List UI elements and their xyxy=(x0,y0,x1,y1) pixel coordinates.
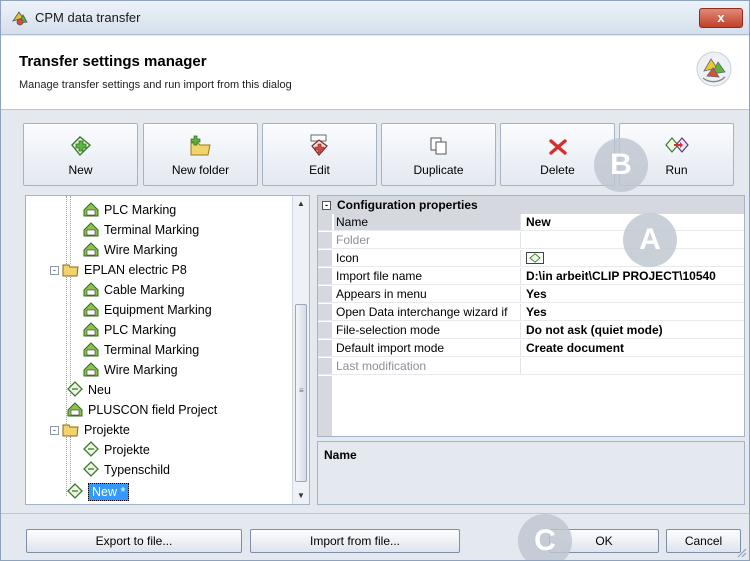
property-row-last-modification[interactable]: Last modification xyxy=(318,358,744,375)
tree-item[interactable]: Typenschild xyxy=(82,460,170,480)
close-button[interactable]: x xyxy=(699,8,743,28)
cpm-data-transfer-dialog: CPM data transfer x Transfer settings ma… xyxy=(0,0,750,561)
callout-badge-b: B xyxy=(594,138,648,192)
new-button-label: New xyxy=(68,163,93,177)
property-row-import-file[interactable]: Import file name D:\in arbeit\CLIP PROJE… xyxy=(318,268,744,285)
tree-connector xyxy=(66,196,67,496)
setting-icon xyxy=(83,441,99,457)
tree-item[interactable]: Terminal Marking xyxy=(82,340,199,360)
marking-icon xyxy=(83,302,99,317)
property-row-open-wizard[interactable]: Open Data interchange wizard if Yes xyxy=(318,304,744,321)
setting-icon xyxy=(67,381,83,397)
callout-badge-c: C xyxy=(518,514,572,560)
property-row-file-selection-mode[interactable]: File-selection mode Do not ask (quiet mo… xyxy=(318,322,744,339)
marking-icon xyxy=(83,282,99,297)
edit-button-label: Edit xyxy=(309,163,330,177)
property-description: Name xyxy=(317,441,745,505)
property-row-default-import-mode[interactable]: Default import mode Create document xyxy=(318,340,744,357)
property-row-name[interactable]: Name New xyxy=(318,214,744,231)
new-button[interactable]: New xyxy=(23,123,138,186)
scroll-down-arrow-icon[interactable]: ▼ xyxy=(293,488,309,504)
tree-item[interactable]: Neu xyxy=(66,380,111,400)
header-subtitle: Manage transfer settings and run import … xyxy=(19,79,292,91)
import-from-file-button[interactable]: Import from file... xyxy=(250,529,460,553)
tree-item[interactable]: Wire Marking xyxy=(82,360,178,380)
folder-icon xyxy=(62,264,79,277)
delete-icon xyxy=(548,139,567,155)
cancel-button[interactable]: Cancel xyxy=(666,529,741,553)
new-folder-button-label: New folder xyxy=(171,163,230,177)
duplicate-button-label: Duplicate xyxy=(413,163,464,177)
folder-icon xyxy=(62,424,79,437)
duplicate-button[interactable]: Duplicate xyxy=(381,123,496,186)
property-row-icon[interactable]: Icon xyxy=(318,250,744,267)
dialog-header: Transfer settings manager Manage transfe… xyxy=(1,36,749,110)
marking-icon xyxy=(83,362,99,377)
marking-icon xyxy=(83,222,99,237)
tree-folder[interactable]: - EPLAN electric P8 xyxy=(50,260,187,280)
setting-icon xyxy=(83,461,99,477)
new-folder-icon xyxy=(190,135,211,156)
tree-folder[interactable]: - Projekte xyxy=(50,420,130,440)
marking-icon xyxy=(83,202,99,217)
description-title: Name xyxy=(324,448,357,462)
setting-icon xyxy=(67,483,83,499)
tree-item-selected[interactable]: New * xyxy=(66,482,130,502)
collapse-icon[interactable]: - xyxy=(322,201,331,210)
property-row-appears-in-menu[interactable]: Appears in menu Yes xyxy=(318,286,744,303)
tree-connector xyxy=(70,268,71,396)
settings-tree[interactable]: PLC Marking Terminal Marking Wire Markin… xyxy=(25,195,310,505)
tree-item[interactable]: Projekte xyxy=(82,440,150,460)
export-to-file-button[interactable]: Export to file... xyxy=(26,529,242,553)
new-icon xyxy=(70,136,91,157)
property-section-header[interactable]: - Configuration properties xyxy=(318,196,744,214)
setting-preview-icon xyxy=(526,252,544,264)
tree-connector xyxy=(70,196,71,264)
marking-icon xyxy=(83,342,99,357)
collapse-toggle[interactable]: - xyxy=(50,426,59,435)
marking-icon xyxy=(83,322,99,337)
header-title: Transfer settings manager xyxy=(19,53,207,70)
grip-icon: ≡ xyxy=(299,386,304,395)
window-title: CPM data transfer xyxy=(35,10,141,25)
duplicate-icon xyxy=(430,137,446,155)
app-icon xyxy=(12,11,28,26)
tree-item[interactable]: PLC Marking xyxy=(82,200,176,220)
title-bar[interactable]: CPM data transfer x xyxy=(1,1,749,35)
tree-item[interactable]: Terminal Marking xyxy=(82,220,199,240)
marking-icon xyxy=(83,242,99,257)
new-folder-button[interactable]: New folder xyxy=(143,123,258,186)
close-icon: x xyxy=(717,10,725,25)
tree-item[interactable]: Wire Marking xyxy=(82,240,178,260)
tree-scrollbar[interactable]: ▲ ≡ ▼ xyxy=(292,196,309,504)
tree-item[interactable]: Cable Marking xyxy=(82,280,185,300)
tree-connector xyxy=(70,436,71,484)
transfer-logo-icon xyxy=(696,51,732,87)
property-grid[interactable]: - Configuration properties Name New Folde… xyxy=(317,195,745,437)
edit-button[interactable]: Edit xyxy=(262,123,377,186)
resize-grip-icon[interactable] xyxy=(735,546,747,558)
collapse-toggle[interactable]: - xyxy=(50,266,59,275)
scroll-thumb[interactable]: ≡ xyxy=(295,304,307,482)
tree-item[interactable]: Equipment Marking xyxy=(82,300,212,320)
edit-icon xyxy=(310,134,328,156)
scroll-up-arrow-icon[interactable]: ▲ xyxy=(293,196,309,212)
tree-item[interactable]: PLUSCON field Project xyxy=(66,400,217,420)
marking-icon xyxy=(67,402,83,417)
callout-badge-a: A xyxy=(623,213,677,267)
run-icon xyxy=(664,137,689,153)
tree-item[interactable]: PLC Marking xyxy=(82,320,176,340)
property-row-folder[interactable]: Folder xyxy=(318,232,744,249)
